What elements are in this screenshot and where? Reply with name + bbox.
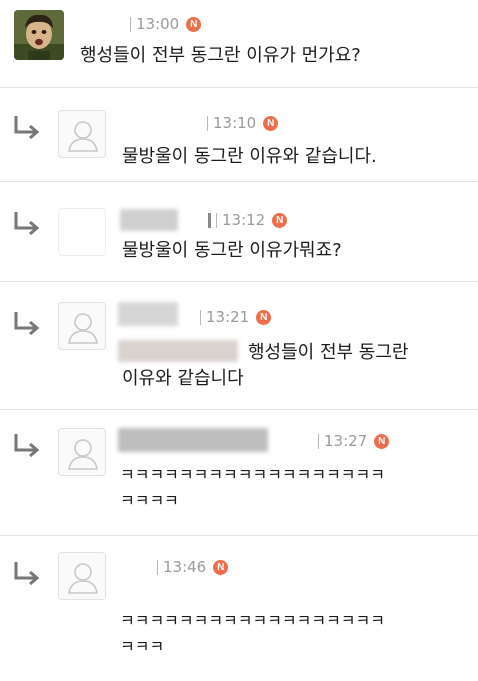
reply-item[interactable]: 13:10 N 물방울이 동그란 이유와 같습니다. [0, 88, 478, 182]
new-badge-icon: N [186, 16, 202, 32]
default-avatar-icon[interactable] [58, 302, 106, 350]
reply-item[interactable]: 13:46 N ㅋㅋㅋㅋㅋㅋㅋㅋㅋㅋㅋㅋㅋㅋㅋㅋㅋㅋ ㅋㅋㅋ [0, 536, 478, 681]
comment-time: 13:27 [324, 432, 368, 450]
comment-thread: 13:00 N 행성들이 전부 동그란 이유가 먼가요? 13:10 N 물방울… [0, 0, 478, 681]
comment-text-continued: ㅋㅋㅋ [120, 637, 165, 656]
comment-time: 13:00 [136, 15, 180, 33]
blurred-nickname [118, 302, 178, 326]
comment-meta: 13:12 N [208, 209, 288, 231]
comment-text: ㅋㅋㅋㅋㅋㅋㅋㅋㅋㅋㅋㅋㅋㅋㅋㅋㅋㅋ [120, 465, 385, 484]
divider-bar [130, 16, 131, 32]
comment-meta: 13:21 N [200, 306, 272, 328]
divider-bar [216, 212, 217, 228]
comment-time: 13:21 [206, 308, 250, 326]
reply-arrow-icon [14, 212, 40, 236]
default-avatar-icon[interactable] [58, 428, 106, 476]
avatar-photo-icon [14, 10, 64, 60]
divider-bar [200, 309, 201, 325]
user-avatar[interactable] [14, 10, 64, 60]
comment-meta: 13:27 N [318, 430, 390, 452]
comment-time: 13:10 [213, 114, 257, 132]
new-badge-icon: N [256, 309, 272, 325]
reply-item[interactable]: 13:12 N 물방울이 동그란 이유가뭐죠? [0, 182, 478, 282]
divider-bar [208, 212, 211, 228]
comment-meta: 13:10 N [207, 112, 279, 134]
reply-item[interactable]: 13:21 N 행성들이 전부 동그란 이유와 같습니다 [0, 282, 478, 410]
reply-arrow-icon [14, 116, 40, 140]
divider-bar [318, 433, 319, 449]
new-badge-icon: N [213, 559, 229, 575]
comment-text: 물방울이 동그란 이유가뭐죠? [122, 240, 342, 261]
reply-item[interactable]: 13:27 N ㅋㅋㅋㅋㅋㅋㅋㅋㅋㅋㅋㅋㅋㅋㅋㅋㅋㅋ ㅋㅋㅋㅋ [0, 410, 478, 536]
comment-item[interactable]: 13:00 N 행성들이 전부 동그란 이유가 먼가요? [0, 0, 478, 88]
divider-bar [157, 559, 158, 575]
divider-bar [207, 115, 208, 131]
comment-meta: 13:00 N [130, 13, 202, 35]
comment-text: 행성들이 전부 동그란 [248, 342, 409, 363]
new-badge-icon: N [263, 115, 279, 131]
blurred-nickname [120, 209, 178, 231]
comment-time: 13:46 [163, 558, 207, 576]
new-badge-icon: N [374, 433, 390, 449]
default-avatar-icon[interactable] [58, 552, 106, 600]
new-badge-icon: N [272, 212, 288, 228]
comment-text-continued: 이유와 같습니다 [122, 368, 244, 389]
comment-text: 물방울이 동그란 이유와 같습니다. [122, 146, 377, 167]
reply-arrow-icon [14, 312, 40, 336]
comment-text: ㅋㅋㅋㅋㅋㅋㅋㅋㅋㅋㅋㅋㅋㅋㅋㅋㅋㅋ [120, 611, 385, 630]
avatar[interactable] [58, 208, 106, 256]
reply-arrow-icon [14, 562, 40, 586]
comment-text: 행성들이 전부 동그란 이유가 먼가요? [80, 45, 361, 66]
blurred-nickname [118, 340, 238, 362]
comment-time: 13:12 [222, 211, 266, 229]
reply-arrow-icon [14, 434, 40, 458]
comment-text-continued: ㅋㅋㅋㅋ [120, 491, 179, 510]
comment-meta: 13:46 N [157, 556, 229, 578]
blurred-nickname [118, 428, 268, 452]
default-avatar-icon[interactable] [58, 110, 106, 158]
